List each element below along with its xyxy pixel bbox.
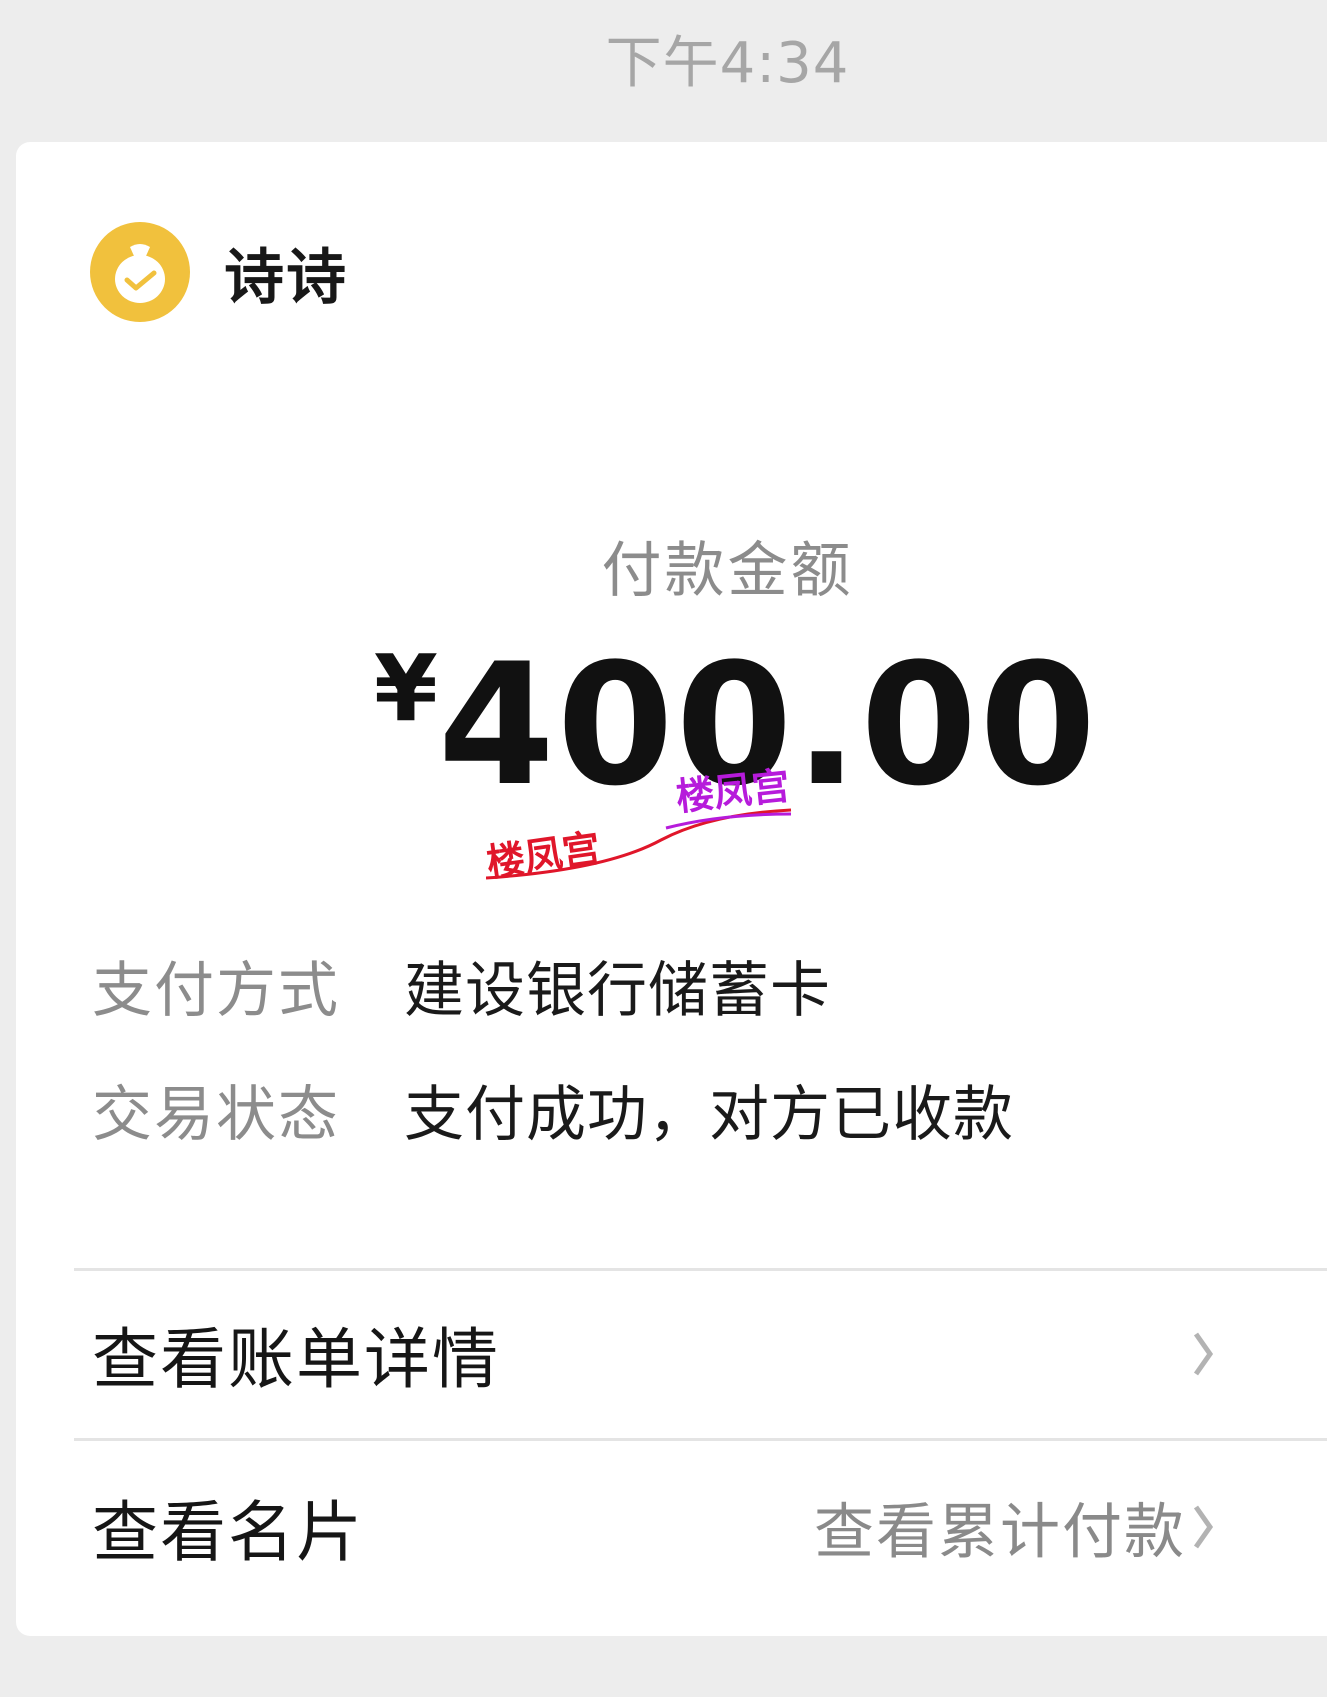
money-bag-icon (90, 222, 190, 322)
transaction-status-value: 支付成功，对方已收款 (404, 1080, 1014, 1150)
divider (74, 1438, 1327, 1441)
currency-symbol: ¥ (373, 635, 438, 742)
transaction-status-row: 交易状态 支付成功，对方已收款 (92, 1066, 1014, 1153)
payer-name: 诗诗 (224, 242, 348, 313)
view-business-card-row[interactable]: 查看名片 查看累计付款 (16, 1447, 1327, 1607)
watermark-text-1: 楼凤宫 (486, 826, 603, 882)
payment-method-value: 建设银行储蓄卡 (404, 956, 831, 1026)
view-bill-details-row[interactable]: 查看账单详情 (16, 1274, 1327, 1434)
amount-label: 付款金额 (601, 536, 854, 606)
chevron-right-icon (1193, 1505, 1214, 1549)
view-cumulative-payments-link[interactable]: 查看累计付款 (814, 1484, 1186, 1571)
payer-header: 诗诗 (90, 222, 348, 322)
chevron-right-icon (1193, 1332, 1214, 1376)
view-bill-details-label: 查看账单详情 (92, 1321, 500, 1398)
payment-card[interactable]: 诗诗 付款金额 ¥400.00 楼凤宫 楼凤宫 支付方式 建设银行储蓄卡 交易状… (16, 142, 1327, 1636)
payment-method-row: 支付方式 建设银行储蓄卡 (92, 942, 831, 1029)
transaction-status-label: 交易状态 (92, 1080, 340, 1150)
watermark: 楼凤宫 楼凤宫 (486, 763, 792, 882)
divider (74, 1268, 1327, 1271)
payment-method-label: 支付方式 (92, 956, 340, 1026)
view-business-card-label: 查看名片 (92, 1494, 364, 1571)
message-timestamp: 下午4:34 (605, 31, 850, 96)
